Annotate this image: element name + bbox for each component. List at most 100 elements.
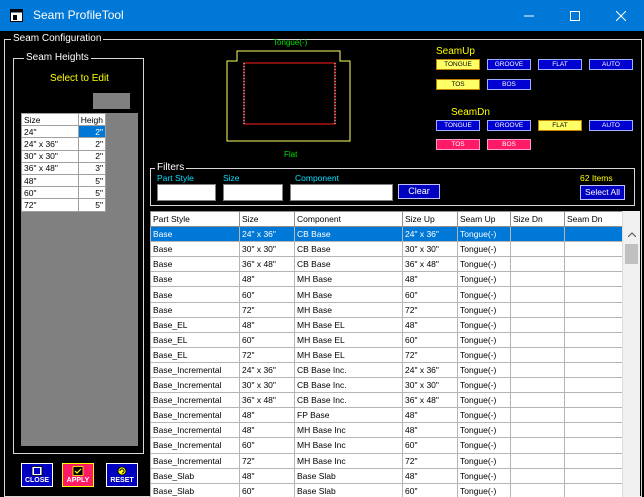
table-cell: 36" x 48"	[239, 256, 295, 273]
heights-value-cell[interactable]: 2"	[77, 149, 107, 163]
close-button[interactable]: CLOSE	[21, 463, 53, 487]
table-row[interactable]: Base 72" MH Base 72" Tongue(-)	[150, 301, 623, 318]
table-cell	[564, 241, 623, 258]
seamdn-auto-button[interactable]: AUTO	[589, 120, 633, 131]
scroll-up-button[interactable]	[623, 226, 640, 243]
heights-size-cell[interactable]: 60"	[21, 186, 79, 200]
heights-size-cell[interactable]: 30" x 30"	[21, 149, 79, 163]
table-row[interactable]: Base_EL 48" MH Base EL 48" Tongue(-)	[150, 316, 623, 333]
grid-header-part-style[interactable]: Part Style	[150, 211, 240, 228]
table-row[interactable]: Base_Incremental 60" MH Base Inc 60" Tongue(…	[150, 437, 623, 454]
heights-row[interactable]: 60" 5"	[21, 186, 107, 200]
heights-row[interactable]: 72" 5"	[21, 198, 107, 212]
clear-button[interactable]: Clear	[398, 184, 440, 199]
table-row[interactable]: Base_Slab 60" Base Slab 60" Tongue(-)	[150, 482, 623, 497]
seamup-tos-button[interactable]: TOS	[436, 79, 480, 90]
table-cell: 60"	[402, 331, 458, 348]
heights-row[interactable]: 36" x 48" 3"	[21, 161, 107, 175]
heights-size-cell[interactable]: 72"	[21, 198, 79, 212]
heights-size-cell[interactable]: 36" x 48"	[21, 161, 79, 175]
grid-header-seam-dn[interactable]: Seam Dn	[564, 211, 623, 228]
table-cell: Base_EL	[150, 346, 240, 363]
table-cell: 24" x 36"	[402, 361, 458, 379]
part-style-input[interactable]	[157, 184, 216, 201]
seamup-groove-button[interactable]: GROOVE	[487, 59, 531, 70]
table-cell: Base	[150, 226, 240, 243]
seam-up-label: SeamUp	[436, 46, 475, 57]
table-cell: Base	[150, 286, 240, 303]
seamdn-tos-button[interactable]: TOS	[436, 139, 480, 150]
heights-row[interactable]: 24" x 36" 2"	[21, 137, 107, 151]
seamdn-flat-button[interactable]: FLAT	[538, 120, 582, 131]
table-cell	[510, 377, 565, 394]
heights-value-cell[interactable]: 5"	[77, 173, 107, 188]
profile-preview	[226, 50, 351, 142]
seamup-bos-button[interactable]: BOS	[487, 79, 531, 90]
parts-grid[interactable]: Part Style Size Component Size Up Seam Up Siz…	[150, 211, 640, 497]
seamup-tongue-button[interactable]: TONGUE	[436, 59, 480, 70]
seamup-flat-button[interactable]: FLAT	[538, 59, 582, 70]
table-cell: Tongue(-)	[457, 467, 511, 484]
seamdn-tongue-button[interactable]: TONGUE	[436, 120, 480, 131]
apply-button[interactable]: APPLY	[62, 463, 94, 487]
heights-value-cell[interactable]: 3"	[77, 161, 107, 175]
table-cell: 60"	[402, 286, 458, 303]
vertical-scrollbar[interactable]	[622, 211, 640, 497]
heights-value-cell[interactable]: 5"	[77, 198, 107, 212]
seamdn-bos-button[interactable]: BOS	[487, 139, 531, 150]
size-input[interactable]	[223, 184, 283, 201]
height-edit-box[interactable]	[93, 93, 130, 109]
close-window-button[interactable]	[598, 0, 644, 31]
heights-size-cell[interactable]: 48"	[21, 173, 79, 188]
table-cell	[510, 226, 565, 243]
table-row[interactable]: Base 36" x 48" CB Base 36" x 48" Tongue(-)	[150, 256, 623, 273]
table-cell: Base	[150, 301, 240, 318]
table-cell: MH Base EL	[294, 331, 403, 348]
grid-header-seam-up[interactable]: Seam Up	[457, 211, 511, 228]
table-row[interactable]: Base_Incremental 48" MH Base Inc 48" Tongue(…	[150, 422, 623, 439]
table-row[interactable]: Base 24" x 36" CB Base 24" x 36" Tongue(-)	[150, 226, 623, 243]
maximize-button[interactable]	[552, 0, 598, 31]
table-row[interactable]: Base_Incremental 48" FP Base 48" Tongue(-)	[150, 407, 623, 424]
table-row[interactable]: Base_Incremental 24" x 36" CB Base Inc. 24"…	[150, 361, 623, 379]
table-cell: 48"	[239, 316, 295, 333]
table-row[interactable]: Base 48" MH Base 48" Tongue(-)	[150, 271, 623, 288]
heights-value-cell[interactable]: 2"	[77, 125, 107, 139]
heights-row[interactable]: 30" x 30" 2"	[21, 149, 107, 163]
heights-value-cell[interactable]: 5"	[77, 186, 107, 200]
scroll-thumb[interactable]	[625, 244, 638, 264]
table-row[interactable]: Base 60" MH Base 60" Tongue(-)	[150, 286, 623, 303]
seamdn-groove-button[interactable]: GROOVE	[487, 120, 531, 131]
table-row[interactable]: Base_EL 60" MH Base EL 60" Tongue(-)	[150, 331, 623, 348]
grid-header-size[interactable]: Size	[239, 211, 295, 228]
table-row[interactable]: Base_Slab 48" Base Slab 48" Tongue(-)	[150, 467, 623, 484]
seam-heights-grid[interactable]: Size Heigh 24" 2" 24" x 36" 2" 30" x 30" 2" 36"…	[21, 112, 138, 446]
heights-size-cell[interactable]: 24" x 36"	[21, 137, 79, 151]
table-cell: 24" x 36"	[402, 226, 458, 243]
table-row[interactable]: Base_Incremental 36" x 48" CB Base Inc. 36"…	[150, 392, 623, 409]
table-cell	[564, 452, 623, 469]
table-cell: Base_Incremental	[150, 377, 240, 394]
grid-header-size-dn[interactable]: Size Dn	[510, 211, 565, 228]
heights-size-cell[interactable]: 24"	[21, 125, 79, 139]
heights-row[interactable]: 24" 2"	[21, 125, 107, 139]
select-all-button[interactable]: Select All	[580, 185, 625, 200]
seamup-auto-button[interactable]: AUTO	[589, 59, 633, 70]
table-row[interactable]: Base 30" x 30" CB Base 30" x 30" Tongue(-)	[150, 241, 623, 258]
parts-table[interactable]: Part Style Size Component Size Up Seam Up Siz…	[150, 211, 623, 497]
grid-header-component[interactable]: Component	[294, 211, 403, 228]
table-cell: Tongue(-)	[457, 316, 511, 333]
table-cell	[510, 301, 565, 318]
heights-row[interactable]: 48" 5"	[21, 173, 107, 188]
table-cell: Base	[150, 256, 240, 273]
table-row[interactable]: Base_Incremental 30" x 30" CB Base Inc. 30"…	[150, 377, 623, 394]
table-row[interactable]: Base_Incremental 72" MH Base Inc 72" Tongue(…	[150, 452, 623, 469]
grid-header-size-up[interactable]: Size Up	[402, 211, 458, 228]
minimize-button[interactable]	[506, 0, 552, 31]
reset-icon	[117, 466, 127, 476]
component-input[interactable]	[290, 184, 393, 201]
table-row[interactable]: Base_EL 72" MH Base EL 72" Tongue(-)	[150, 346, 623, 363]
heights-value-cell[interactable]: 2"	[77, 137, 107, 151]
seam-heights-table[interactable]: Size Heigh 24" 2" 24" x 36" 2" 30" x 30" 2" 36"…	[21, 112, 107, 212]
reset-button[interactable]: RESET	[106, 463, 138, 487]
